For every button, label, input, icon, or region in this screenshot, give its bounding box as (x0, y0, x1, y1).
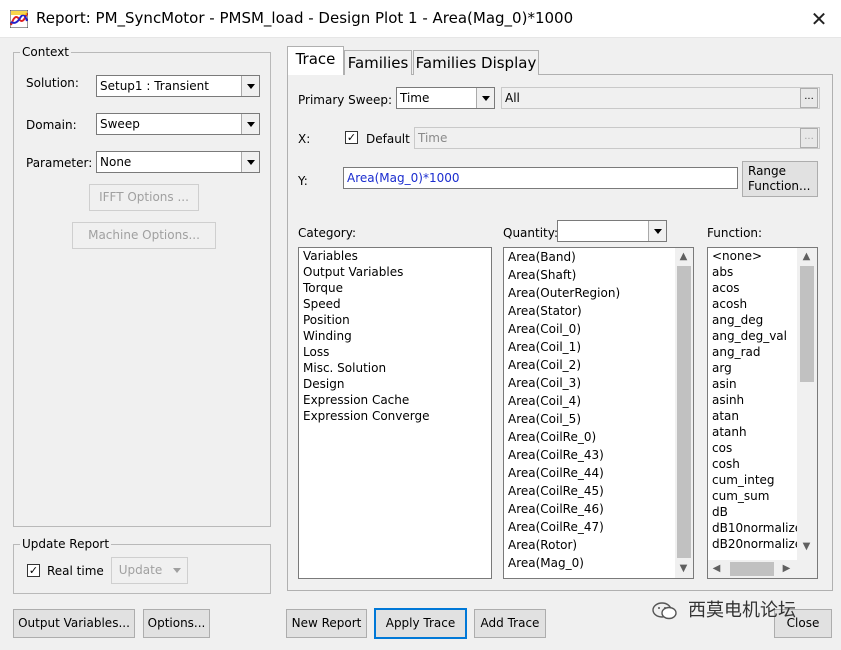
new-report-button[interactable]: New Report (286, 609, 367, 638)
function-hscrollbar[interactable]: ◀ ▶ (708, 560, 817, 578)
quantity-item[interactable]: Area(Coil_3) (504, 374, 693, 392)
quantity-item[interactable]: Area(Coil_5) (504, 410, 693, 428)
domain-label: Domain: (26, 118, 77, 132)
primary-sweep-select[interactable]: Time (396, 87, 495, 109)
category-item[interactable]: Expression Converge (299, 408, 491, 424)
quantity-item[interactable]: Area(CoilRe_45) (504, 482, 693, 500)
y-expression-input[interactable]: Area(Mag_0)*1000 (343, 167, 738, 189)
category-item[interactable]: Torque (299, 280, 491, 296)
tab-families-display[interactable]: Families Display (413, 50, 539, 75)
quantity-item[interactable]: Area(Rotor) (504, 536, 693, 554)
y-label: Y: (298, 174, 308, 188)
x-field[interactable]: Time (414, 127, 820, 149)
quantity-item[interactable]: Area(Stator) (504, 302, 693, 320)
quantity-item[interactable]: Area(Coil_0) (504, 320, 693, 338)
parameter-select[interactable]: None (96, 151, 260, 173)
function-vscrollbar[interactable]: ▲ ▼ (797, 248, 817, 560)
x-label: X: (298, 132, 311, 146)
machine-options-button[interactable]: Machine Options... (72, 222, 216, 249)
quantity-label: Quantity: (503, 226, 559, 240)
watermark-text: 西莫电机论坛 (688, 600, 796, 621)
add-trace-button[interactable]: Add Trace (474, 609, 546, 638)
quantity-item[interactable]: Area(CoilRe_44) (504, 464, 693, 482)
scroll-up-icon[interactable]: ▲ (798, 248, 815, 265)
chevron-down-icon[interactable] (648, 221, 666, 241)
category-item[interactable]: Speed (299, 296, 491, 312)
quantity-item[interactable]: Area(Coil_4) (504, 392, 693, 410)
chevron-down-icon[interactable] (241, 76, 259, 96)
ifft-options-button[interactable]: IFFT Options ... (89, 184, 199, 211)
tab-families[interactable]: Families (344, 50, 412, 75)
chevron-down-icon[interactable] (241, 114, 259, 134)
apply-trace-button[interactable]: Apply Trace (374, 608, 467, 639)
function-list[interactable]: <none> abs acos acosh ang_deg ang_deg_val ang_… (707, 247, 818, 579)
category-label: Category: (298, 226, 356, 240)
quantity-item[interactable]: Area(OuterRegion) (504, 284, 693, 302)
sweep-range-field[interactable]: All (501, 87, 820, 109)
sweep-range-ellipsis-button[interactable]: ... (800, 88, 818, 108)
default-checkbox[interactable]: ✓ (345, 131, 358, 144)
scroll-right-icon[interactable]: ▶ (778, 560, 795, 577)
window-title: Report: PM_SyncMotor - PMSM_load - Desig… (36, 9, 574, 27)
update-button[interactable]: Update (111, 557, 188, 584)
quantity-filter-select[interactable] (557, 220, 667, 242)
solution-label: Solution: (26, 76, 79, 90)
primary-sweep-value: Time (400, 91, 430, 105)
category-item[interactable]: Loss (299, 344, 491, 360)
function-hscroll-thumb[interactable] (730, 562, 774, 576)
category-item[interactable]: Misc. Solution (299, 360, 491, 376)
quantity-scrollbar[interactable]: ▲ ▼ (675, 248, 693, 578)
update-label: Update (118, 563, 163, 577)
category-item[interactable]: Winding (299, 328, 491, 344)
quantity-item[interactable]: Area(Mag_0) (504, 554, 693, 572)
primary-sweep-label: Primary Sweep: (298, 93, 393, 107)
domain-value: Sweep (100, 117, 140, 131)
category-item[interactable]: Output Variables (299, 264, 491, 280)
quantity-item[interactable]: Area(Coil_1) (504, 338, 693, 356)
category-item[interactable]: Expression Cache (299, 392, 491, 408)
chevron-down-icon[interactable] (241, 152, 259, 172)
context-legend: Context (22, 45, 70, 59)
close-window-icon[interactable]: ✕ (803, 4, 835, 34)
quantity-list[interactable]: Area(Band) Area(Shaft) Area(OuterRegion) Ar… (503, 247, 694, 579)
quantity-item[interactable]: Area(Band) (504, 248, 693, 266)
scroll-left-icon[interactable]: ◀ (708, 560, 725, 577)
quantity-item[interactable]: Area(Shaft) (504, 266, 693, 284)
solution-value: Setup1 : Transient (100, 79, 209, 93)
category-item[interactable]: Variables (299, 248, 491, 264)
domain-select[interactable]: Sweep (96, 113, 260, 135)
title-bar: Report: PM_SyncMotor - PMSM_load - Desig… (0, 0, 841, 38)
quantity-item[interactable]: Area(CoilRe_47) (504, 518, 693, 536)
quantity-item[interactable]: Area(CoilRe_43) (504, 446, 693, 464)
scroll-up-icon[interactable]: ▲ (675, 248, 692, 265)
parameter-label: Parameter: (26, 156, 93, 170)
solution-select[interactable]: Setup1 : Transient (96, 75, 260, 97)
default-label: Default (366, 132, 410, 146)
tab-trace[interactable]: Trace (287, 46, 344, 75)
output-variables-button[interactable]: Output Variables... (13, 609, 135, 638)
x-ellipsis-button[interactable]: ... (800, 128, 818, 148)
category-item[interactable]: Design (299, 376, 491, 392)
realtime-checkbox[interactable]: ✓ (27, 564, 40, 577)
scroll-down-icon[interactable]: ▼ (675, 560, 692, 577)
realtime-label: Real time (47, 564, 104, 578)
range-function-button[interactable]: Range Function... (742, 161, 818, 197)
function-label: Function: (707, 226, 763, 240)
chevron-down-icon[interactable] (476, 88, 494, 108)
function-scroll-thumb[interactable] (800, 266, 814, 382)
dropdown-arrow-icon (173, 568, 181, 573)
quantity-scroll-thumb[interactable] (677, 266, 691, 558)
app-icon (10, 10, 28, 28)
parameter-value: None (100, 155, 132, 169)
quantity-item[interactable]: Area(CoilRe_46) (504, 500, 693, 518)
scroll-down-icon[interactable]: ▼ (798, 538, 815, 555)
options-button[interactable]: Options... (143, 609, 210, 638)
update-report-legend: Update Report (22, 537, 110, 551)
quantity-item[interactable]: Area(CoilRe_0) (504, 428, 693, 446)
wechat-icon (652, 602, 677, 620)
category-list[interactable]: Variables Output Variables Torque Speed Posi… (298, 247, 492, 579)
quantity-item[interactable]: Area(Coil_2) (504, 356, 693, 374)
category-item[interactable]: Position (299, 312, 491, 328)
